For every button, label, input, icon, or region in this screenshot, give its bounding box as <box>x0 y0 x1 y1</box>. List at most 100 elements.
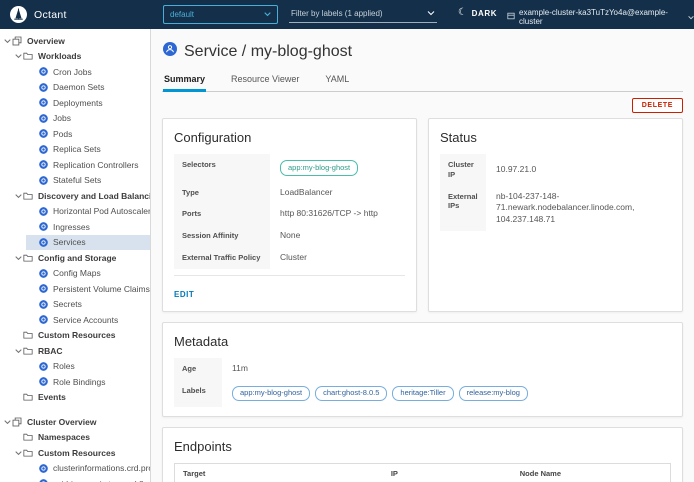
sidebar-item-label: Jobs <box>53 113 71 123</box>
sidebar-item-services[interactable]: Services <box>0 235 150 251</box>
sidebar-item-replication-controllers[interactable]: Replication Controllers <box>0 157 150 173</box>
resource-icon <box>39 207 48 216</box>
endpoints-header-row: TargetIPNode Name <box>175 464 671 482</box>
resource-icon <box>39 160 48 169</box>
overview-icon <box>12 36 22 46</box>
action-row: DELETE <box>162 98 683 113</box>
kv-row: External IPsnb-104-237-148-71.newark.nod… <box>440 186 671 232</box>
field-label: Session Affinity <box>174 225 270 247</box>
field-label: Selectors <box>174 154 270 182</box>
selector-tag: app:my-blog-ghost <box>280 160 358 176</box>
sidebar-item-cron-jobs[interactable]: Cron Jobs <box>0 64 150 80</box>
sidebar-item-deployments[interactable]: Deployments <box>0 95 150 111</box>
sidebar-item-pods[interactable]: Pods <box>0 126 150 142</box>
sidebar-item-overview[interactable]: Overview <box>0 33 150 49</box>
edit-link[interactable]: EDIT <box>174 290 194 299</box>
field-label: External IPs <box>440 186 486 232</box>
sidebar-item-rbac[interactable]: RBAC <box>0 343 150 359</box>
sidebar-item-replica-sets[interactable]: Replica Sets <box>0 142 150 158</box>
resource-icon <box>39 176 48 185</box>
delete-button[interactable]: DELETE <box>632 98 683 113</box>
sidebar-item-cluster-overview[interactable]: Cluster Overview <box>0 414 150 430</box>
resource-icon <box>39 222 48 231</box>
sidebar-item-label: Workloads <box>38 51 81 61</box>
chevron-down-icon <box>13 193 23 199</box>
metadata-card: Metadata Age11mLabelsapp:my-blog-ghostch… <box>162 322 683 417</box>
sidebar-item-roles[interactable]: Roles <box>0 359 150 375</box>
sidebar-item-label: Replication Controllers <box>53 160 139 170</box>
namespace-dropdown[interactable]: default <box>163 5 278 24</box>
sidebar-item-namespaces[interactable]: Namespaces <box>0 430 150 446</box>
sidebar-item-label: Replica Sets <box>53 144 101 154</box>
sidebar-item-clusterinformations-crd-projec[interactable]: clusterinformations.crd.projec <box>0 461 150 477</box>
sidebar-item-label: Events <box>38 392 66 402</box>
sidebar-item-label: clusterinformations.crd.projec <box>53 463 151 473</box>
sidebar-item-discovery-and-load-balancing[interactable]: Discovery and Load Balancing <box>0 188 150 204</box>
folder-icon <box>23 254 33 262</box>
sidebar-item-secrets[interactable]: Secrets <box>0 297 150 313</box>
sidebar-item-label: Secrets <box>53 299 82 309</box>
tab-yaml[interactable]: YAML <box>324 70 350 92</box>
summary-cards-row: Configuration Selectors app:my-blog-ghost… <box>162 118 683 312</box>
chevron-down-icon <box>2 419 12 425</box>
field-value: 11m <box>222 358 671 380</box>
configuration-card: Configuration Selectors app:my-blog-ghost… <box>162 118 417 312</box>
field-label: Type <box>174 182 270 204</box>
sidebar-item-ingresses[interactable]: Ingresses <box>0 219 150 235</box>
sidebar-item-custom-resources[interactable]: Custom Resources <box>0 445 150 461</box>
folder-icon <box>23 449 33 457</box>
tab-resource-viewer[interactable]: Resource Viewer <box>230 70 300 92</box>
sidebar-item-config-maps[interactable]: Config Maps <box>0 266 150 282</box>
sidebar-item-csidrivers-csi-storage-k8s-io[interactable]: csidrivers.csi.storage.k8s.io <box>0 476 150 482</box>
octant-logo-icon <box>10 6 27 23</box>
sidebar-item-config-and-storage[interactable]: Config and Storage <box>0 250 150 266</box>
resource-icon <box>39 114 48 123</box>
field-value: app:my-blog-ghost <box>270 154 405 182</box>
tab-summary[interactable]: Summary <box>163 70 206 92</box>
sidebar-item-daemon-sets[interactable]: Daemon Sets <box>0 80 150 96</box>
folder-icon <box>23 192 33 200</box>
folder-icon <box>23 331 33 339</box>
folder-icon <box>23 393 33 401</box>
app-title: Octant <box>34 9 67 21</box>
sidebar-item-label: Ingresses <box>53 222 90 232</box>
resource-icon <box>39 238 48 247</box>
resource-icon <box>39 83 48 92</box>
column-header-ip: IP <box>383 464 512 482</box>
sidebar-item-workloads[interactable]: Workloads <box>0 49 150 65</box>
sidebar-item-label: Stateful Sets <box>53 175 101 185</box>
field-label: External Traffic Policy <box>174 247 270 269</box>
sidebar-item-label: Overview <box>27 36 65 46</box>
field-value: Cluster <box>270 247 405 269</box>
resource-icon <box>39 377 48 386</box>
configuration-title: Configuration <box>174 130 405 145</box>
resource-icon <box>39 145 48 154</box>
field-label: Labels <box>174 380 222 408</box>
chevron-down-icon <box>13 53 23 59</box>
chevron-down-icon <box>264 10 271 19</box>
folder-icon <box>23 347 33 355</box>
resource-icon <box>39 129 48 138</box>
tab-bar: Summary Resource Viewer YAML <box>162 70 683 92</box>
sidebar-tree: Overview Workloads Cron JobsDaemon Sets Dep… <box>0 29 151 482</box>
sidebar-item-label: RBAC <box>38 346 63 356</box>
sidebar-item-persistent-volume-claims[interactable]: Persistent Volume Claims <box>0 281 150 297</box>
sidebar-item-stateful-sets[interactable]: Stateful Sets <box>0 173 150 189</box>
label-filter-dropdown[interactable]: Filter by labels (1 applied) <box>289 7 437 23</box>
sidebar-item-label: Deployments <box>53 98 103 108</box>
context-label: example-cluster-ka3TuTzYo4a@example-clus… <box>519 8 684 26</box>
kv-row: TypeLoadBalancer <box>174 182 405 204</box>
kv-row: Selectors app:my-blog-ghost <box>174 154 405 182</box>
sidebar-item-jobs[interactable]: Jobs <box>0 111 150 127</box>
sidebar-item-events[interactable]: Events <box>0 390 150 406</box>
sidebar-item-service-accounts[interactable]: Service Accounts <box>0 312 150 328</box>
field-label: Age <box>174 358 222 380</box>
resource-icon <box>39 67 48 76</box>
sidebar-item-custom-resources[interactable]: Custom Resources <box>0 328 150 344</box>
sidebar-item-role-bindings[interactable]: Role Bindings <box>0 374 150 390</box>
sidebar-item-horizontal-pod-autoscalers[interactable]: Horizontal Pod Autoscalers <box>0 204 150 220</box>
cluster-context-dropdown[interactable]: example-cluster-ka3TuTzYo4a@example-clus… <box>507 8 694 26</box>
sidebar-item-label: Cluster Overview <box>27 417 96 427</box>
kv-row: Portshttp 80:31626/TCP -> http <box>174 203 405 225</box>
theme-toggle[interactable]: ☾ DARK <box>458 8 497 18</box>
